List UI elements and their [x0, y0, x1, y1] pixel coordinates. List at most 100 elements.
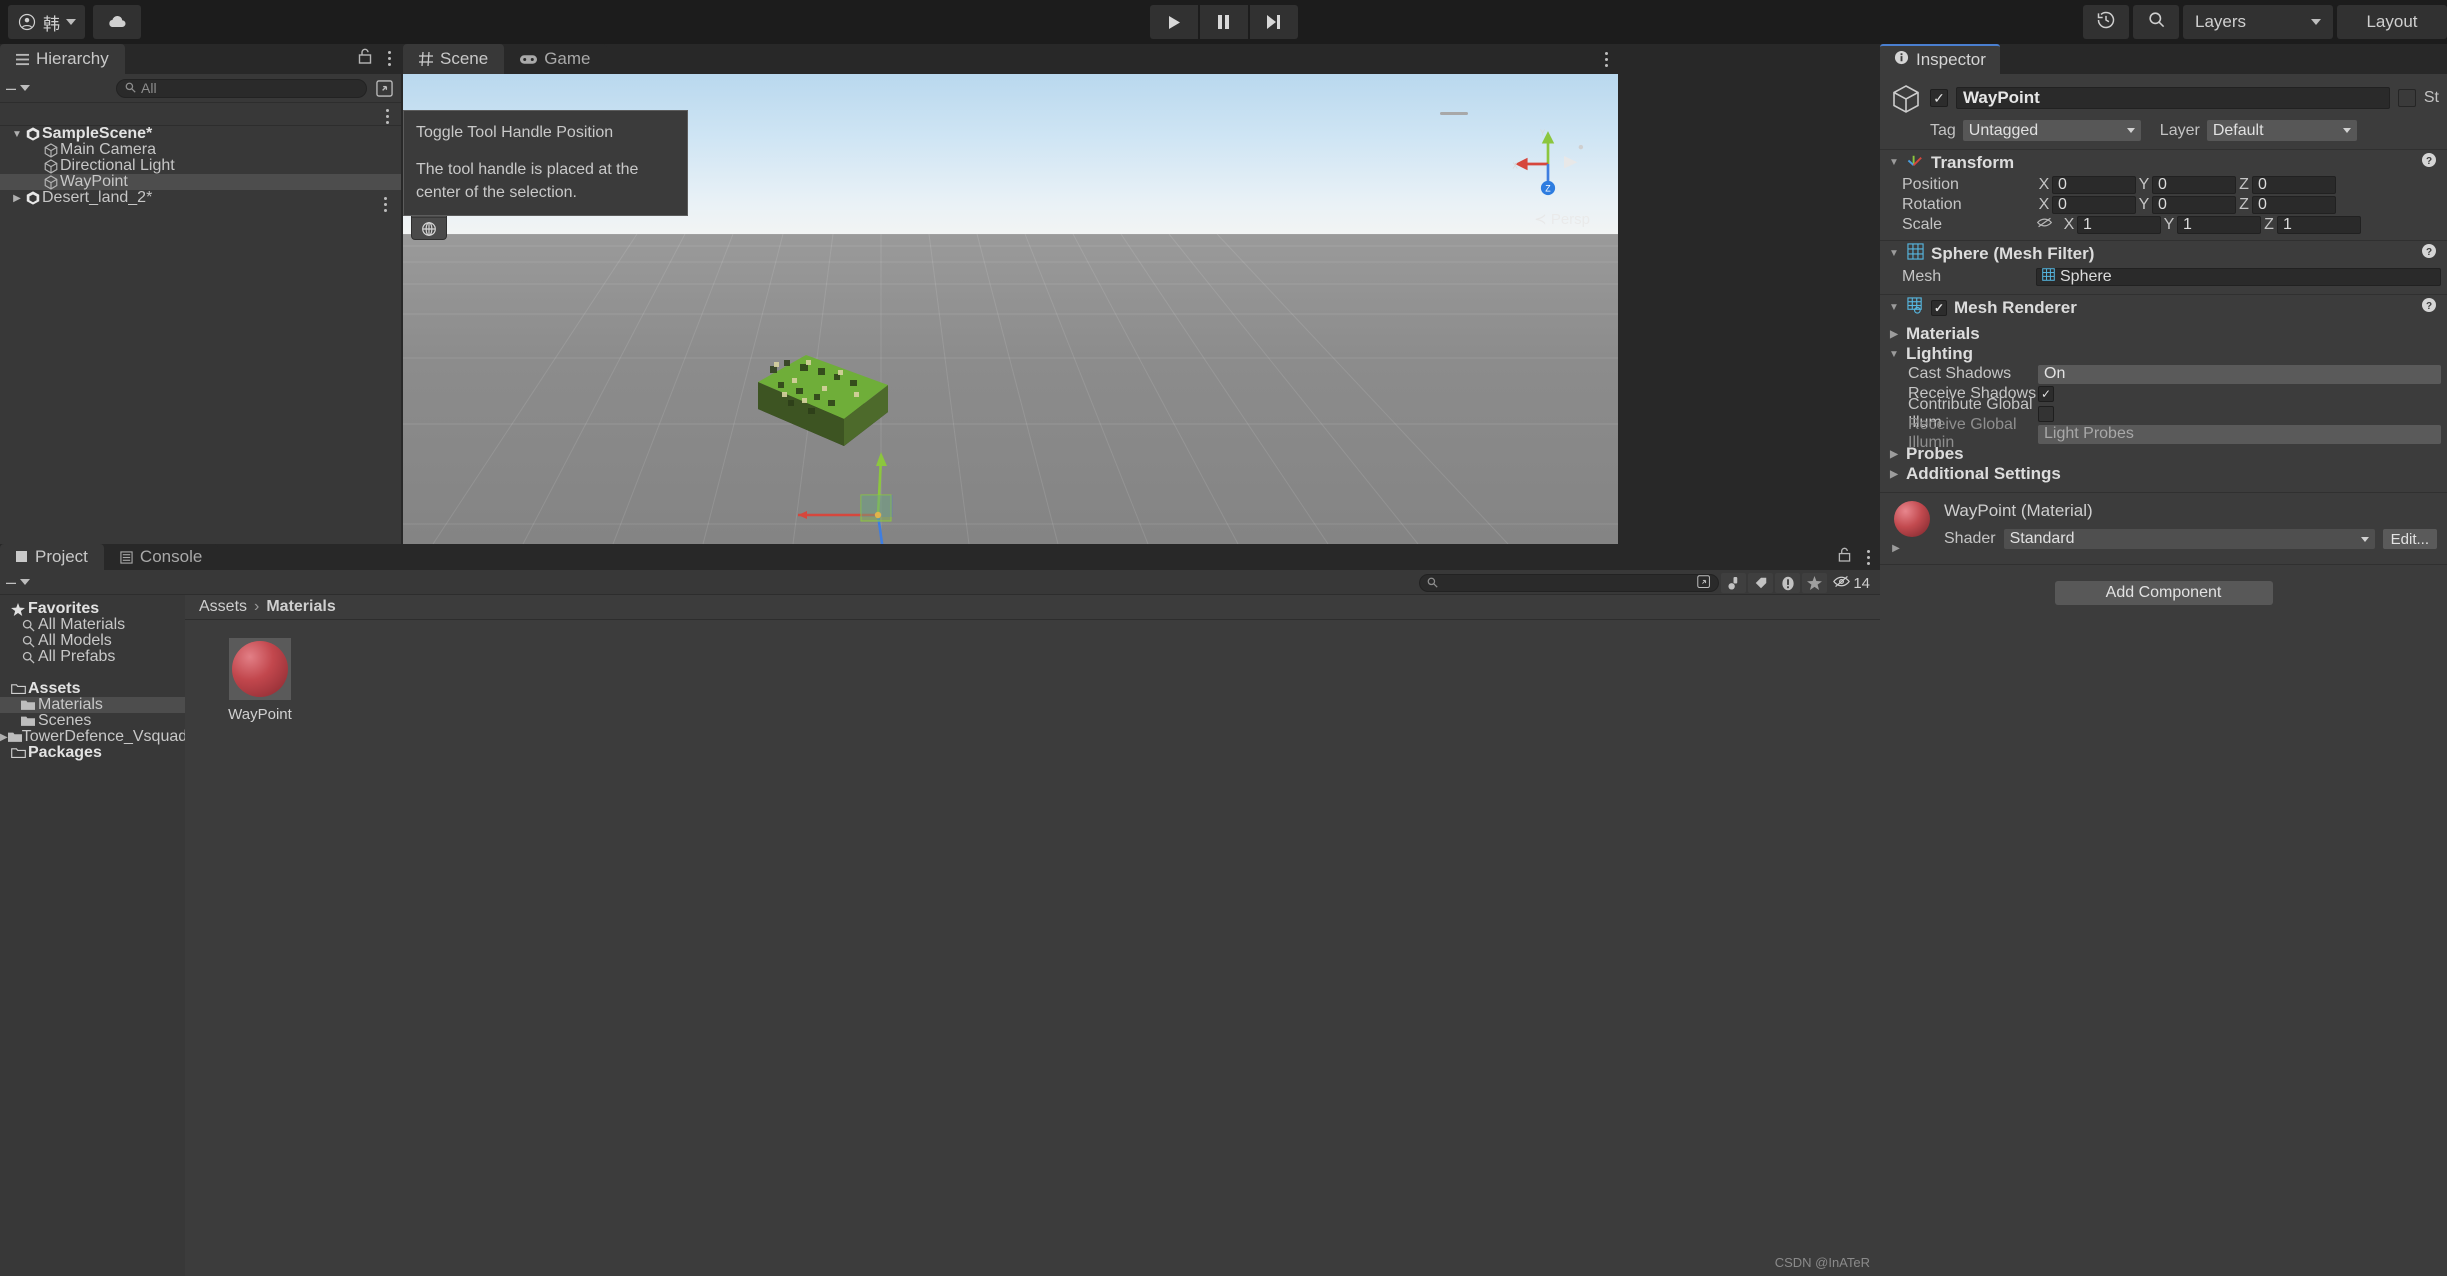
project-search-input[interactable]	[1419, 574, 1719, 592]
component-header-mesh-renderer[interactable]: ▼ ✓ Mesh Renderer ?	[1880, 294, 2447, 320]
project-menu-icon[interactable]	[1863, 548, 1874, 567]
step-button[interactable]	[1250, 5, 1298, 39]
project-add-button[interactable]: –	[6, 577, 30, 587]
layout-dropdown[interactable]: Layout	[2337, 5, 2447, 39]
hierarchy-item-waypoint[interactable]: WayPoint	[0, 174, 401, 190]
additional-settings-foldout[interactable]: ▶ Additional Settings	[1880, 464, 2447, 484]
rotation-y-input[interactable]: 0	[2152, 196, 2236, 214]
help-icon[interactable]: ?	[2421, 152, 2437, 173]
project-tree-item-materials[interactable]: Materials	[0, 697, 185, 713]
search-button[interactable]	[2133, 5, 2179, 39]
hierarchy-item-samplescene-[interactable]: ▼SampleScene*	[0, 126, 401, 142]
hierarchy-row-menu-icon[interactable]	[382, 107, 393, 126]
expand-icon[interactable]	[1697, 575, 1711, 592]
contribute-gi-checkbox[interactable]	[2038, 406, 2054, 422]
tab-console[interactable]: Console	[104, 544, 218, 570]
lock-icon[interactable]	[358, 48, 372, 69]
project-tree-item-scenes[interactable]: Scenes	[0, 713, 185, 729]
layers-dropdown[interactable]: Layers	[2183, 5, 2333, 39]
project-tree-item-assets[interactable]: Assets	[0, 681, 185, 697]
chevron-down-icon[interactable]: ▼	[1888, 302, 1900, 313]
chevron-down-icon[interactable]: ▼	[1888, 349, 1900, 360]
breadcrumb-item-assets[interactable]: Assets	[199, 598, 247, 616]
scene-viewport[interactable]: Toggle Tool Handle Position The tool han…	[403, 74, 1618, 544]
chevron-right-icon[interactable]: ▶	[1890, 543, 1902, 554]
project-tree-item-towerdefence-vsquad[interactable]: ▶TowerDefence_Vsquad	[0, 729, 185, 745]
project-tree-item-packages[interactable]: Packages	[0, 745, 185, 761]
breadcrumb-item-materials[interactable]: Materials	[266, 598, 335, 616]
chevron-down-icon[interactable]: ▼	[10, 129, 24, 140]
asset-type-filter-icon[interactable]	[1721, 573, 1746, 593]
hierarchy-item-menu-icon[interactable]	[380, 195, 391, 214]
scene-menu-icon[interactable]	[1601, 50, 1612, 69]
chevron-right-icon[interactable]: ▶	[1888, 469, 1900, 480]
position-y-input[interactable]: 0	[2152, 176, 2236, 194]
pause-button[interactable]	[1200, 5, 1248, 39]
chevron-right-icon[interactable]: ▶	[1888, 449, 1900, 460]
tab-game[interactable]: Game	[504, 44, 606, 74]
component-header-mesh-filter[interactable]: ▼ Sphere (Mesh Filter) ?	[1880, 240, 2447, 266]
help-icon[interactable]: ?	[2421, 243, 2437, 264]
tab-project[interactable]: Project	[0, 544, 104, 570]
hierarchy-item-main-camera[interactable]: Main Camera	[0, 142, 401, 158]
scene-orientation-gizmo[interactable]: Z Y X	[1508, 124, 1588, 204]
scale-x-input[interactable]: 1	[2077, 216, 2161, 234]
scale-y-input[interactable]: 1	[2177, 216, 2261, 234]
chevron-down-icon[interactable]: ▼	[1888, 157, 1900, 168]
lock-icon[interactable]	[1838, 547, 1851, 567]
materials-foldout[interactable]: ▶ Materials	[1880, 324, 2447, 344]
account-button[interactable]: 韩	[8, 5, 85, 39]
play-button[interactable]	[1150, 5, 1198, 39]
undo-history-button[interactable]	[2083, 5, 2129, 39]
mesh-object-field[interactable]: Sphere	[2036, 268, 2441, 286]
mesh-renderer-enabled-checkbox[interactable]: ✓	[1931, 300, 1947, 316]
position-x-input[interactable]: 0	[2052, 176, 2136, 194]
project-tree-item-all-models[interactable]: All Models	[0, 633, 185, 649]
tag-dropdown[interactable]: Untagged	[1963, 120, 2141, 141]
hierarchy-expand-button[interactable]	[373, 78, 395, 98]
gameobject-enabled-checkbox[interactable]: ✓	[1930, 89, 1948, 107]
hierarchy-menu-icon[interactable]	[384, 49, 395, 68]
label-filter-icon[interactable]	[1748, 573, 1773, 593]
transform-tool-icon[interactable]	[412, 218, 446, 239]
shader-dropdown[interactable]: Standard	[2004, 529, 2375, 549]
scene-overlay-handle[interactable]	[1440, 112, 1468, 115]
layer-dropdown[interactable]: Default	[2207, 120, 2357, 141]
hidden-assets-counter[interactable]: 14	[1829, 573, 1874, 593]
hierarchy-add-button[interactable]: –	[6, 83, 30, 93]
material-preview[interactable]	[1894, 501, 1930, 537]
receive-shadows-checkbox[interactable]: ✓	[2038, 386, 2054, 402]
lighting-foldout[interactable]: ▼ Lighting	[1880, 344, 2447, 364]
position-z-input[interactable]: 0	[2252, 176, 2336, 194]
scale-z-input[interactable]: 1	[2277, 216, 2361, 234]
hierarchy-item-desert-land-2-[interactable]: ▶Desert_land_2*	[0, 190, 401, 206]
add-component-button[interactable]: Add Component	[2055, 581, 2273, 605]
project-tree-item-all-materials[interactable]: All Materials	[0, 617, 185, 633]
constrain-proportions-off-icon[interactable]	[2036, 216, 2053, 234]
cloud-button[interactable]	[93, 5, 141, 39]
chevron-down-icon[interactable]: ▼	[1888, 248, 1900, 259]
hierarchy-item-directional-light[interactable]: Directional Light	[0, 158, 401, 174]
chevron-right-icon[interactable]: ▶	[1888, 329, 1900, 340]
tab-hierarchy[interactable]: Hierarchy	[0, 44, 125, 74]
project-tree-item-favorites[interactable]: Favorites	[0, 601, 185, 617]
component-header-transform[interactable]: ▼ Transform ?	[1880, 149, 2447, 175]
rotation-z-input[interactable]: 0	[2252, 196, 2336, 214]
asset-item-waypoint[interactable]: WayPoint	[211, 638, 309, 723]
tab-inspector[interactable]: Inspector	[1880, 44, 2000, 74]
chevron-right-icon[interactable]: ▶	[0, 732, 8, 743]
hierarchy-search-input[interactable]: All	[116, 79, 367, 98]
edit-shader-button[interactable]: Edit...	[2383, 529, 2437, 549]
project-tree-item-all-prefabs[interactable]: All Prefabs	[0, 649, 185, 665]
error-filter-icon[interactable]	[1775, 573, 1800, 593]
chevron-right-icon[interactable]: ▶	[10, 193, 24, 204]
rotation-x-input[interactable]: 0	[2052, 196, 2136, 214]
gameobject-icon[interactable]	[1890, 82, 1922, 114]
cast-shadows-dropdown[interactable]: On	[2038, 365, 2441, 384]
tab-scene[interactable]: Scene	[403, 44, 504, 74]
static-checkbox[interactable]	[2398, 89, 2416, 107]
gameobject-name-input[interactable]: WayPoint	[1956, 87, 2390, 109]
help-icon[interactable]: ?	[2421, 297, 2437, 318]
favorite-filter-icon[interactable]	[1802, 573, 1827, 593]
scene-projection-label[interactable]: ≺ Persp	[1534, 210, 1590, 228]
